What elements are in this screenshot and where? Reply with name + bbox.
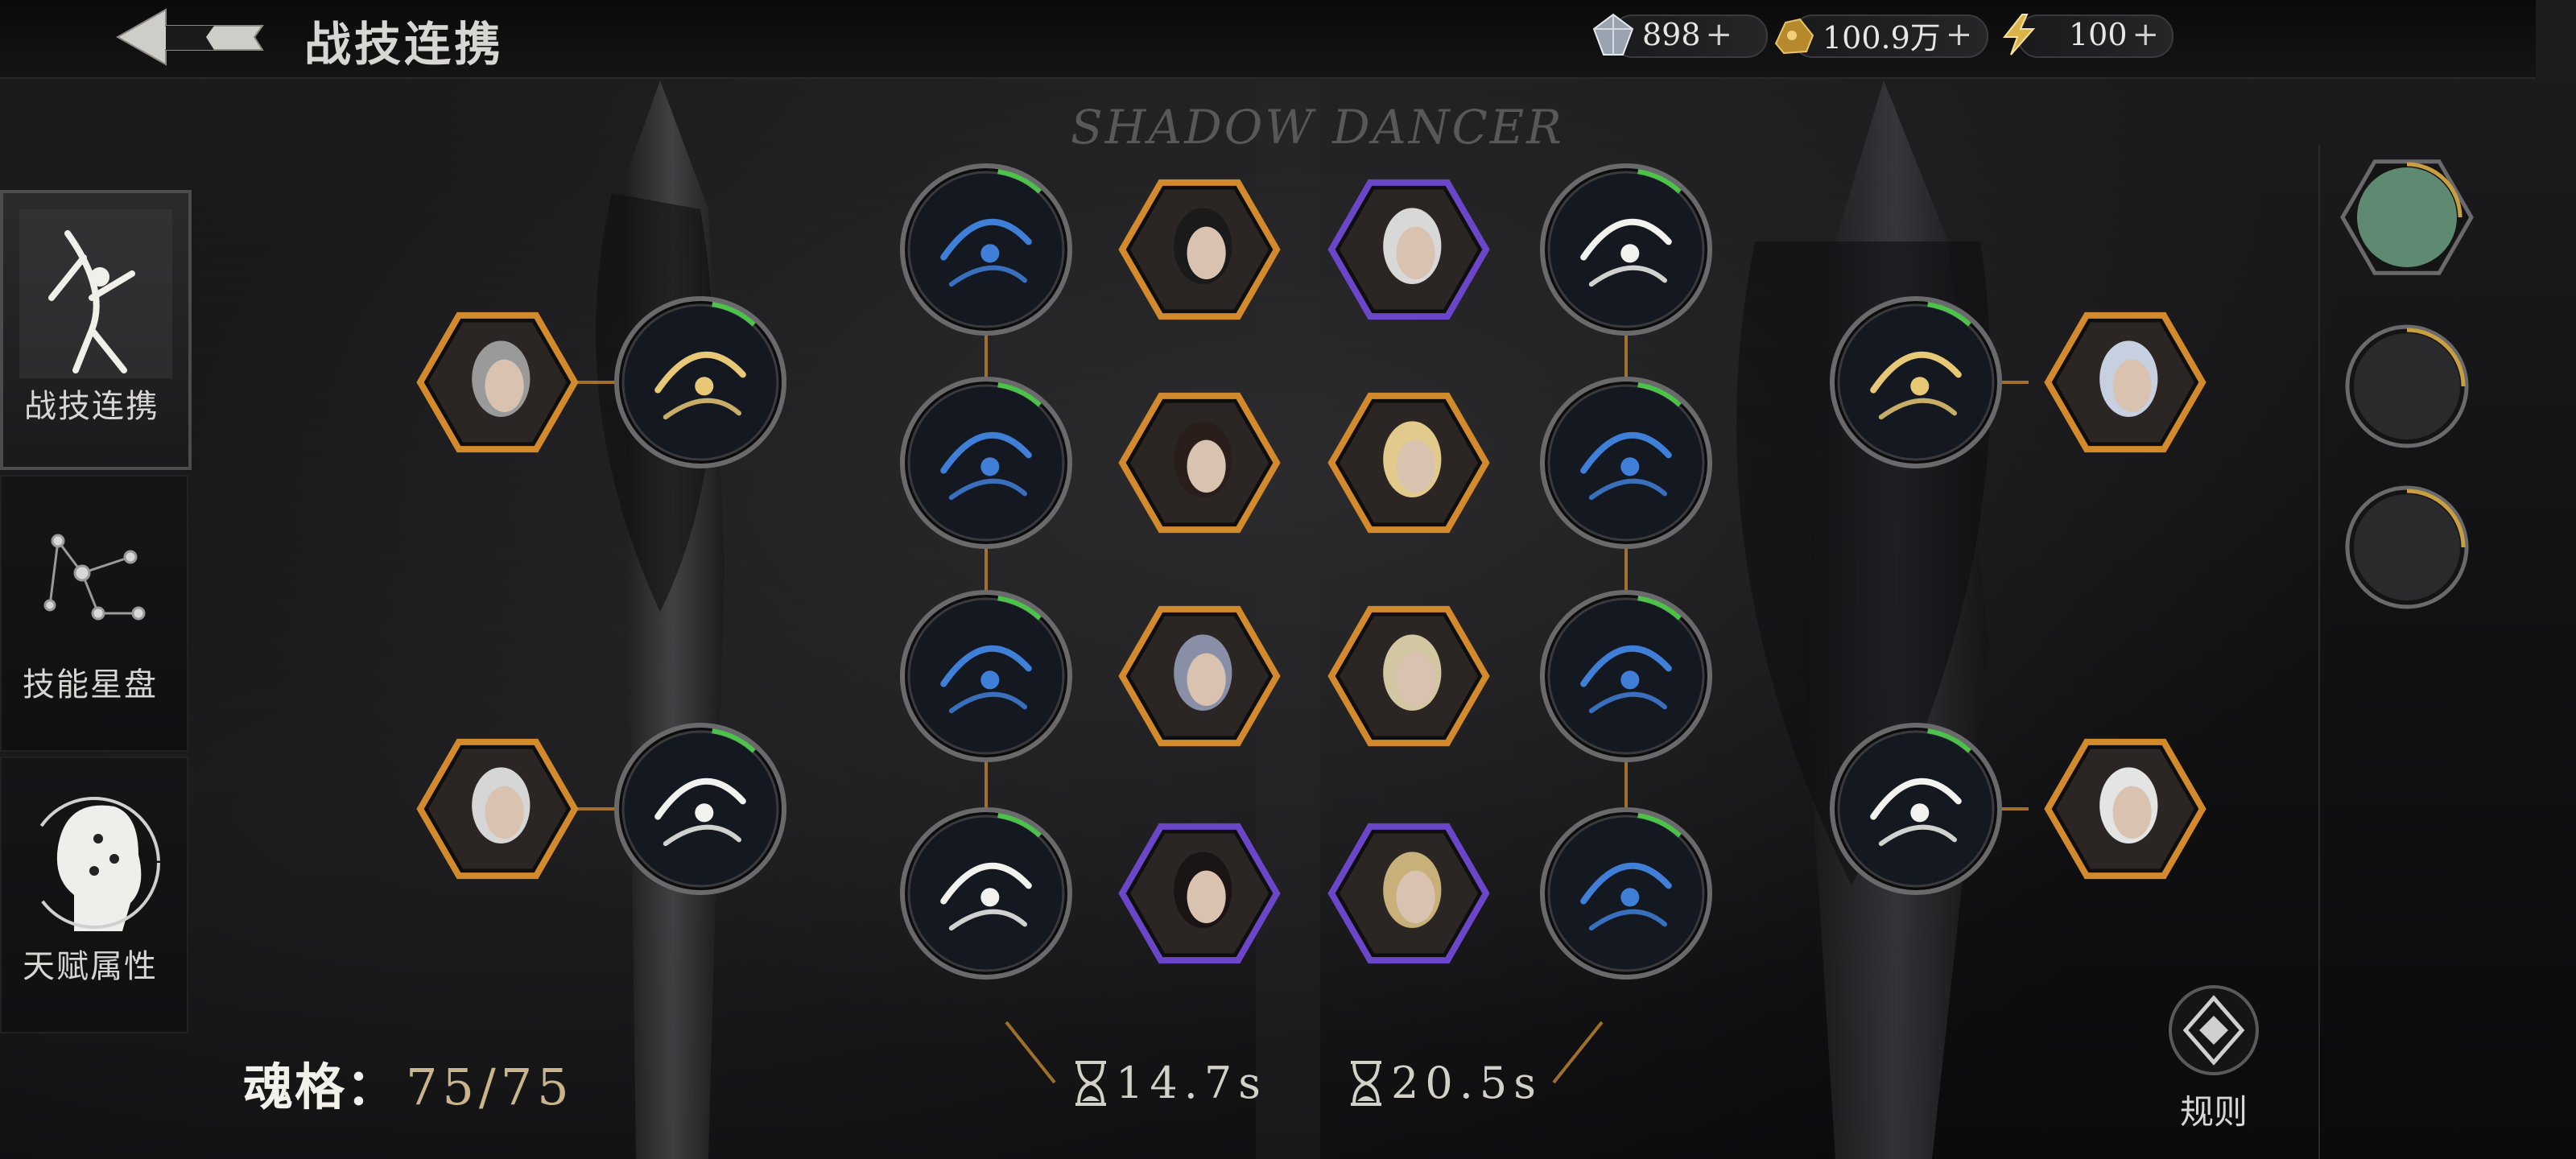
right-panel: [2318, 145, 2497, 1159]
resource-value: 100.9万: [1823, 19, 1941, 56]
portrait-right-1[interactable]: [1327, 179, 1490, 320]
rules-label: 规则: [2179, 1092, 2248, 1132]
skill-node-left-4[interactable]: [900, 807, 1072, 980]
skill-node-left-2[interactable]: [900, 377, 1072, 549]
game-screen: 战技连携 898 + 100.9万 + 100 + SHADOW DANCER …: [0, 0, 2576, 1159]
cooldown-timer-left: 14.7s: [1071, 1058, 1267, 1108]
resource-energy[interactable]: 100 +: [1993, 11, 2174, 58]
skill-node-shatter[interactable]: [614, 723, 786, 895]
portrait-pale-maiden[interactable]: [2044, 311, 2207, 453]
hourglass-icon: [1075, 1060, 1106, 1106]
hourglass-icon: [1351, 1060, 1381, 1106]
portrait-left-3[interactable]: [1118, 605, 1281, 747]
portrait-left-4[interactable]: [1118, 823, 1281, 964]
portrait-silver-hair[interactable]: [416, 738, 579, 880]
portrait-right-4[interactable]: [1327, 823, 1490, 964]
portrait-elder-warrior[interactable]: [416, 311, 579, 453]
portrait-left-1[interactable]: [1118, 179, 1281, 320]
soul-grade-label: 魂格：: [243, 1058, 398, 1116]
skill-node-right-2[interactable]: [1540, 377, 1712, 549]
skill-node-crescent-right[interactable]: [1830, 296, 2002, 468]
resource-value: 100: [2069, 17, 2128, 52]
add-resource-button[interactable]: +: [1706, 16, 1733, 53]
resource-value: 898: [1642, 17, 1701, 52]
gold-ore-icon: [1774, 18, 1814, 55]
skill-node-cross[interactable]: [1830, 723, 2002, 895]
resource-crystal[interactable]: 898 +: [1587, 11, 1768, 58]
portrait-right-2[interactable]: [1327, 392, 1490, 534]
skill-node-left-3[interactable]: [900, 590, 1072, 762]
portrait-left-2[interactable]: [1118, 392, 1281, 534]
skill-node-right-3[interactable]: [1540, 590, 1712, 762]
skill-node-crescent[interactable]: [614, 296, 786, 468]
skill-node-right-1[interactable]: [1540, 163, 1712, 336]
portrait-right-3[interactable]: [1327, 605, 1490, 747]
soul-grade-value: 75/75: [406, 1058, 574, 1116]
cooldown-timer-right: 20.5s: [1346, 1058, 1542, 1108]
rules-button[interactable]: 规则: [2165, 982, 2262, 1134]
portrait-white-hair[interactable]: [2044, 738, 2207, 880]
crystal-icon: [1592, 13, 1634, 56]
add-resource-button[interactable]: +: [1946, 16, 1973, 53]
lightning-icon: [2002, 14, 2036, 56]
soul-grade: 魂格： 75/75: [243, 1046, 574, 1119]
skill-node-right-4[interactable]: [1540, 807, 1712, 980]
timer-value: 14.7s: [1116, 1058, 1267, 1108]
skill-node-left-1[interactable]: [900, 163, 1072, 336]
rules-icon: [2169, 985, 2259, 1075]
timer-value: 20.5s: [1391, 1058, 1542, 1108]
add-resource-button[interactable]: +: [2132, 16, 2160, 53]
